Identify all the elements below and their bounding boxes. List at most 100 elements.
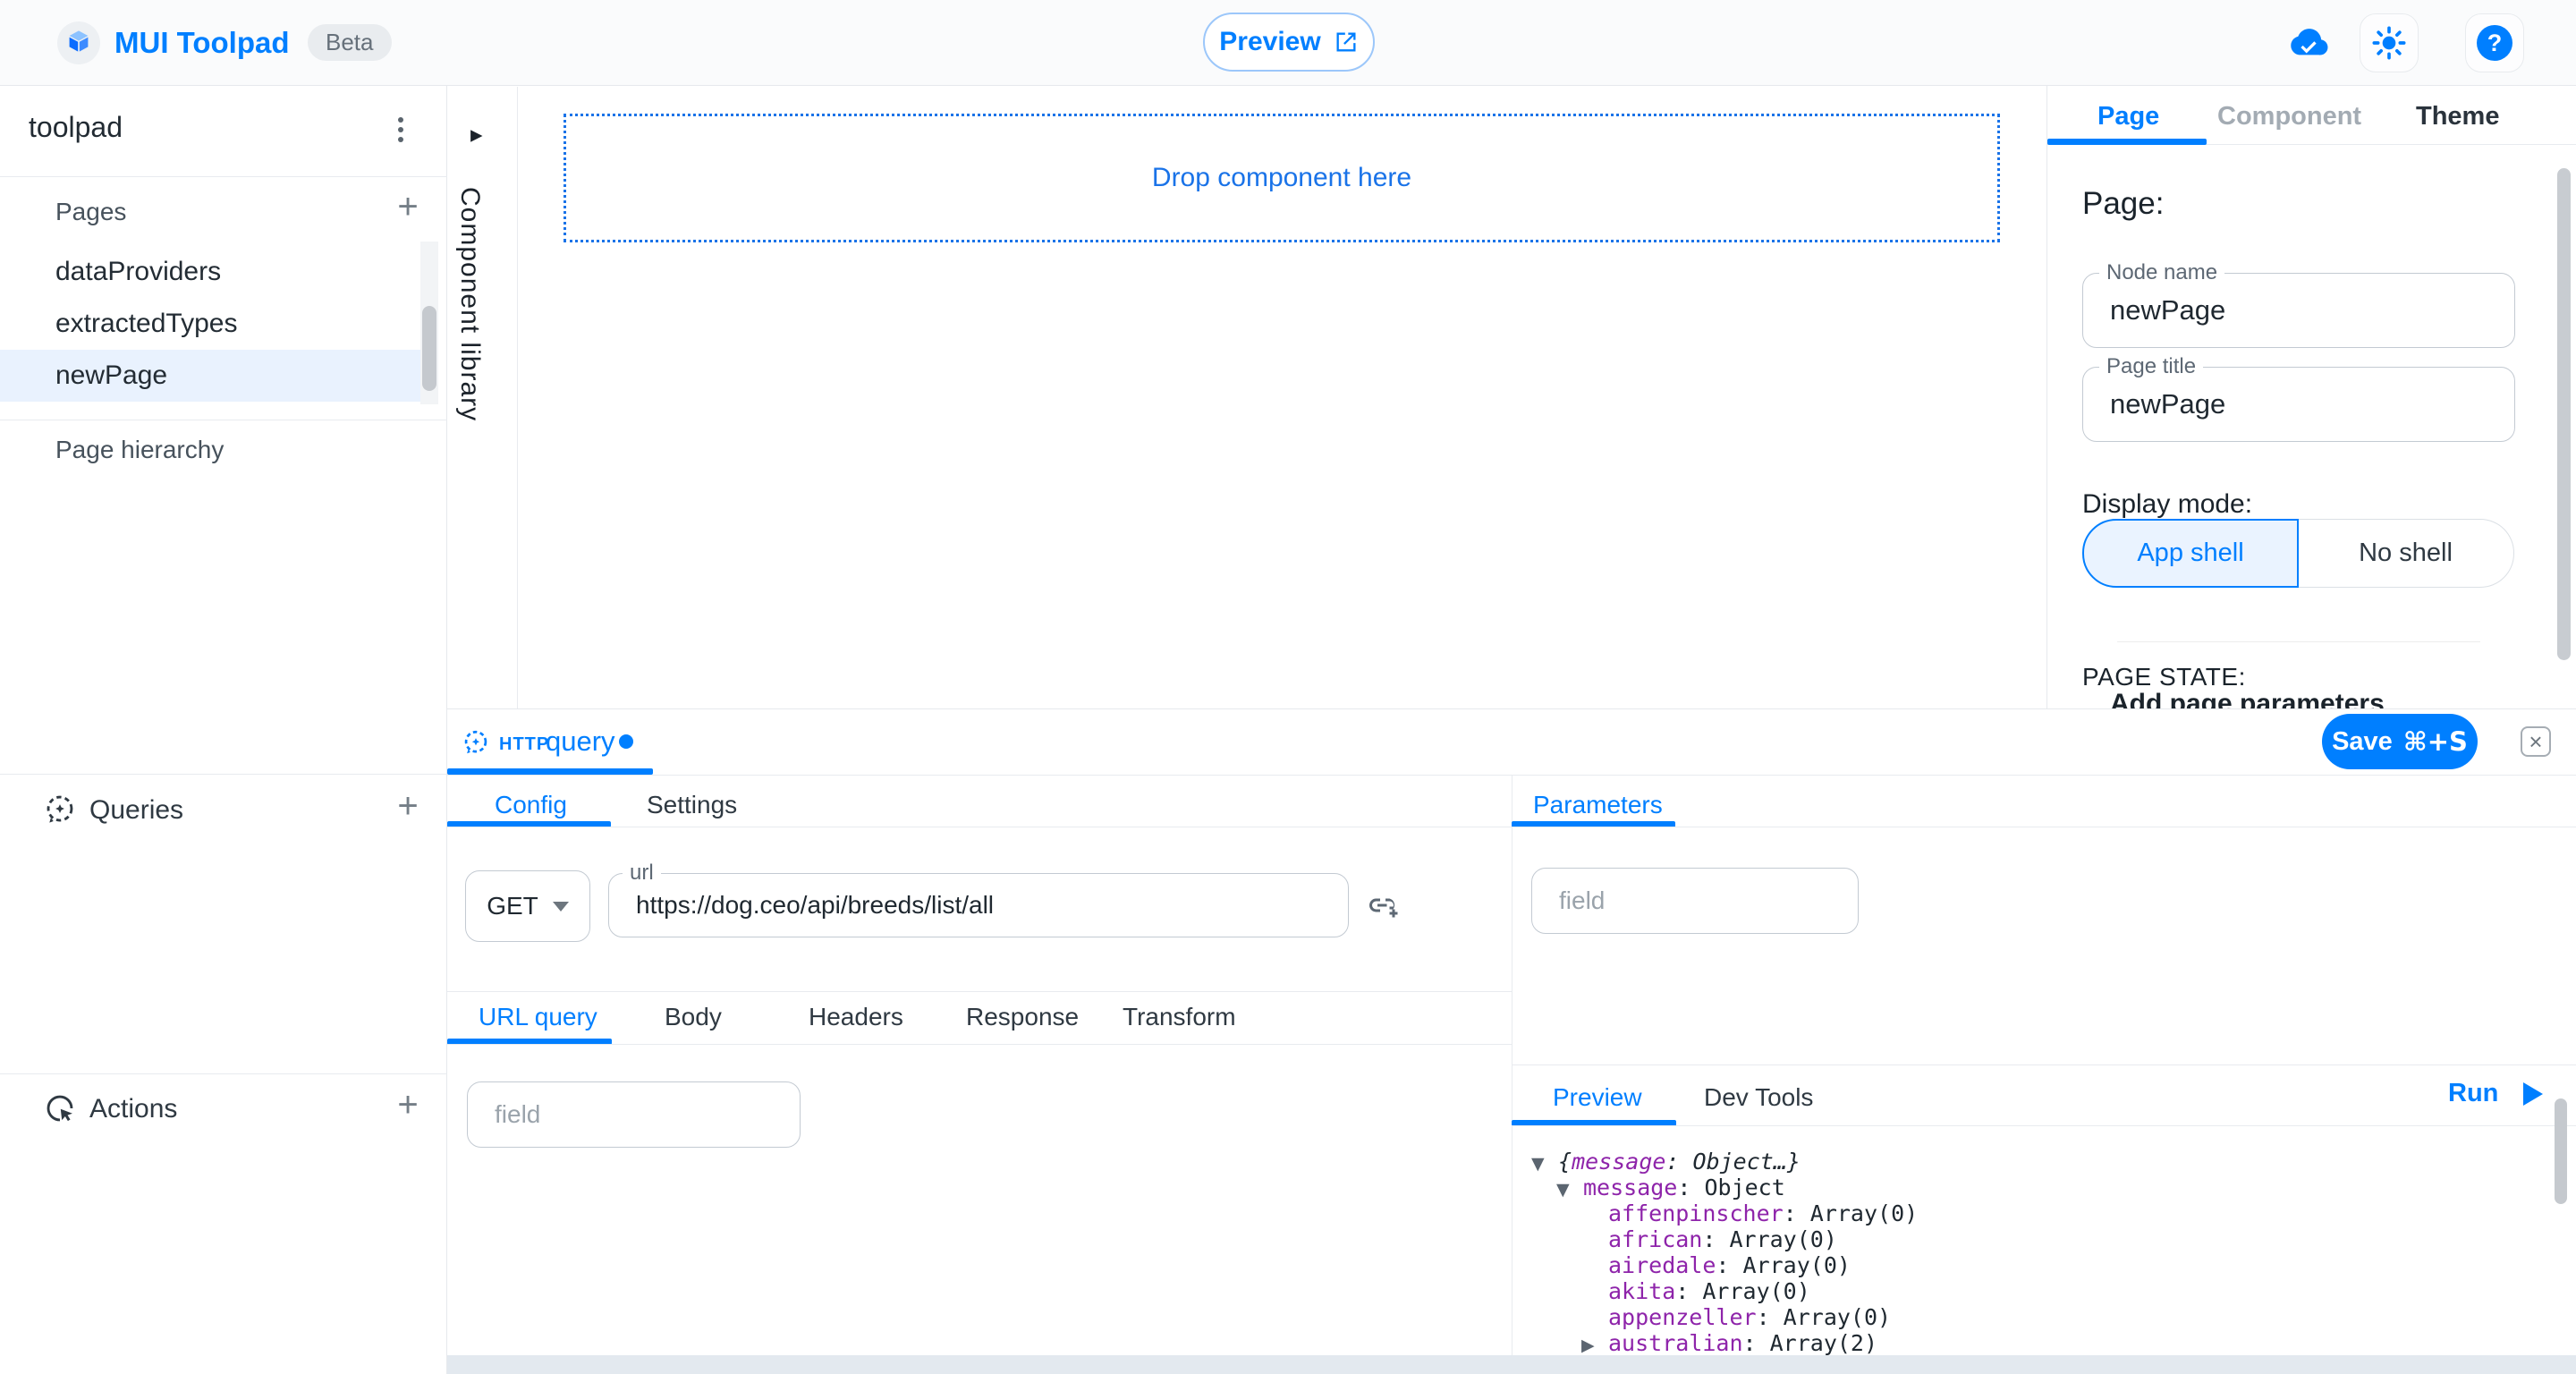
tab-transform[interactable]: Transform bbox=[1123, 1003, 1236, 1031]
tree-line[interactable]: ▼message: Object bbox=[1512, 1175, 2540, 1200]
tab-body[interactable]: Body bbox=[665, 1003, 722, 1031]
pages-scrollbar-thumb[interactable] bbox=[422, 306, 436, 391]
add-page-button[interactable]: + bbox=[390, 190, 426, 225]
tab-headers[interactable]: Headers bbox=[809, 1003, 903, 1031]
http-query-icon bbox=[462, 728, 490, 757]
tree-expander-icon[interactable]: ▶ bbox=[1581, 1333, 1608, 1355]
inspector-scrollbar-thumb[interactable] bbox=[2557, 168, 2571, 660]
toolpad-logo-icon bbox=[64, 29, 93, 57]
tab-url-query[interactable]: URL query bbox=[479, 1003, 597, 1031]
url-input[interactable] bbox=[608, 873, 1349, 937]
tab-dev-tools[interactable]: Dev Tools bbox=[1704, 1083, 1813, 1112]
no-shell-label: No shell bbox=[2359, 539, 2453, 568]
tree-line[interactable]: ▶australian: Array(2) bbox=[1512, 1330, 2540, 1355]
app-title: MUI Toolpad bbox=[114, 26, 290, 60]
tab-component[interactable]: Component bbox=[2217, 102, 2361, 131]
save-button-label: Save bbox=[2332, 727, 2393, 757]
tree-key: african bbox=[1608, 1226, 1702, 1252]
tab-page[interactable]: Page bbox=[2097, 102, 2159, 131]
beta-badge: Beta bbox=[308, 24, 392, 61]
page-state-label: PAGE STATE: bbox=[2082, 663, 2246, 691]
query-preview-tree: ▼{message: Object…}▼message: Object affe… bbox=[1512, 1136, 2540, 1355]
pages-list: dataProvidersextractedTypesnewPage bbox=[0, 246, 447, 407]
tree-value: : Array(2) bbox=[1743, 1330, 1878, 1355]
tree-key: message bbox=[1583, 1175, 1677, 1200]
url-query-field-input[interactable] bbox=[467, 1081, 801, 1148]
display-mode-option-no-shell[interactable]: No shell bbox=[2298, 519, 2514, 588]
toolpad-logo[interactable] bbox=[57, 21, 100, 64]
tree-expander-spacer bbox=[1581, 1229, 1608, 1255]
drop-zone-hint: Drop component here bbox=[1152, 163, 1411, 193]
project-name: toolpad bbox=[29, 111, 123, 144]
tree-line: akita: Array(0) bbox=[1512, 1278, 2540, 1304]
app-header: MUI Toolpad Beta Preview ? bbox=[0, 0, 2576, 86]
tab-config[interactable]: Config bbox=[495, 791, 567, 819]
node-name-label: Node name bbox=[2099, 261, 2224, 284]
tree-expander-spacer bbox=[1581, 1255, 1608, 1281]
tree-value: : Array(0) bbox=[1716, 1252, 1851, 1278]
tree-value: : Array(0) bbox=[1784, 1200, 1919, 1226]
open-in-new-icon bbox=[1334, 30, 1359, 55]
bottom-scrollbar-track[interactable] bbox=[447, 1355, 2576, 1374]
tree-value: : Object bbox=[1677, 1175, 1784, 1200]
save-button[interactable]: Save ⌘+S bbox=[2322, 714, 2478, 769]
help-button[interactable]: ? bbox=[2465, 13, 2524, 72]
add-action-button[interactable]: + bbox=[390, 1088, 426, 1124]
sidebar-page-item[interactable]: extractedTypes bbox=[0, 298, 420, 350]
tab-preview[interactable]: Preview bbox=[1553, 1083, 1642, 1112]
tree-key: australian bbox=[1608, 1330, 1743, 1355]
tree-key: airedale bbox=[1608, 1252, 1716, 1278]
tree-expander-icon[interactable]: ▼ bbox=[1556, 1177, 1583, 1203]
tree-expander-spacer bbox=[1581, 1203, 1608, 1229]
light-mode-icon bbox=[2371, 25, 2407, 61]
component-library-toggle[interactable]: ▸ Component library bbox=[447, 87, 517, 708]
tab-response[interactable]: Response bbox=[966, 1003, 1079, 1031]
add-query-button[interactable]: + bbox=[390, 789, 426, 825]
tree-brace: { bbox=[1558, 1149, 1572, 1175]
run-play-icon bbox=[2523, 1082, 2543, 1106]
tree-value: : Array(0) bbox=[1675, 1278, 1810, 1304]
url-label: url bbox=[623, 861, 661, 885]
query-editor-tab[interactable]: HTTP query bbox=[447, 709, 653, 775]
tree-expander-icon[interactable]: ▼ bbox=[1531, 1151, 1558, 1177]
tab-parameters[interactable]: Parameters bbox=[1533, 791, 1663, 819]
tree-key: akita bbox=[1608, 1278, 1675, 1304]
theme-toggle-button[interactable] bbox=[2360, 13, 2419, 72]
inspector-heading: Page: bbox=[2082, 186, 2164, 222]
sidebar-page-item[interactable]: newPage bbox=[0, 350, 420, 402]
tree-key: appenzeller bbox=[1608, 1304, 1757, 1330]
tab-theme[interactable]: Theme bbox=[2416, 102, 2499, 131]
tree-value: : Array(0) bbox=[1702, 1226, 1837, 1252]
preview-scrollbar-thumb[interactable] bbox=[2555, 1098, 2567, 1204]
add-link-icon[interactable] bbox=[1367, 889, 1399, 921]
display-mode-label: Display mode: bbox=[2082, 489, 2252, 520]
close-query-editor-button[interactable]: × bbox=[2521, 726, 2551, 757]
app-shell-label: App shell bbox=[2137, 539, 2243, 568]
save-shortcut: ⌘+S bbox=[2403, 726, 2468, 757]
add-page-parameters-button[interactable]: Add page parameters bbox=[2110, 689, 2385, 708]
queries-icon bbox=[43, 793, 77, 827]
tree-line: african: Array(0) bbox=[1512, 1226, 2540, 1252]
method-select[interactable]: GET bbox=[465, 870, 590, 942]
preview-button[interactable]: Preview bbox=[1203, 13, 1375, 72]
drop-zone[interactable]: Drop component here bbox=[564, 114, 2000, 242]
tree-line[interactable]: ▼{message: Object…} bbox=[1512, 1149, 2540, 1175]
sidebar-page-item[interactable]: dataProviders bbox=[0, 246, 420, 298]
actions-icon bbox=[43, 1091, 77, 1125]
preview-button-label: Preview bbox=[1219, 27, 1320, 57]
tab-settings[interactable]: Settings bbox=[647, 791, 737, 819]
chevron-down-icon bbox=[553, 902, 569, 912]
project-menu-button[interactable] bbox=[385, 113, 417, 152]
display-mode-option-app-shell[interactable]: App shell bbox=[2082, 519, 2299, 588]
pages-section-label: Pages bbox=[55, 198, 126, 226]
run-button-label: Run bbox=[2448, 1079, 2498, 1108]
tree-expander-spacer bbox=[1581, 1307, 1608, 1333]
run-button[interactable]: Run bbox=[2448, 1079, 2543, 1108]
actions-section-label: Actions bbox=[89, 1094, 177, 1124]
parameters-field-input[interactable] bbox=[1531, 868, 1859, 934]
close-icon: × bbox=[2529, 730, 2542, 753]
expand-panel-icon: ▸ bbox=[470, 121, 483, 148]
tree-expander-spacer bbox=[1581, 1281, 1608, 1307]
tree-key: message bbox=[1572, 1149, 1665, 1175]
cloud-done-icon bbox=[2288, 25, 2329, 61]
